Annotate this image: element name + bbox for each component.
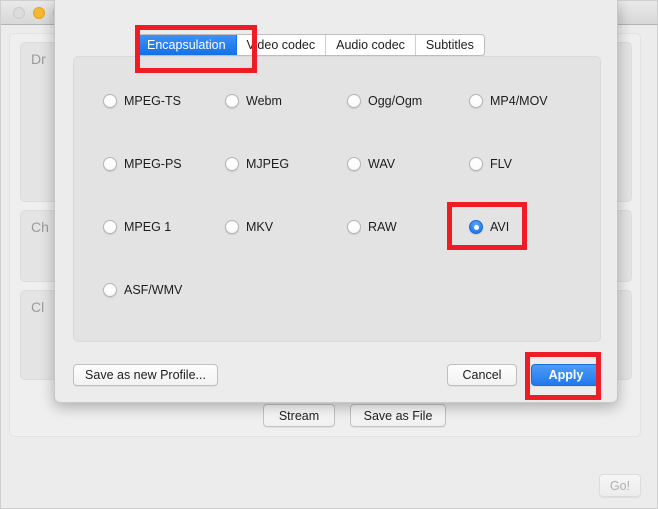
cancel-button[interactable]: Cancel — [447, 364, 517, 386]
settings-tabbar: Encapsulation Video codec Audio codec Su… — [136, 34, 485, 56]
stream-button[interactable]: Stream — [263, 404, 335, 427]
radio-label: MPEG-TS — [124, 94, 181, 108]
tab-video-codec[interactable]: Video codec — [236, 35, 327, 55]
radio-dot-icon — [469, 157, 483, 171]
radio-label: FLV — [490, 157, 512, 171]
radio-dot-icon — [469, 94, 483, 108]
radio-label: MPEG-PS — [124, 157, 182, 171]
encapsulation-radio-group: MPEG-TS Webm Ogg/Ogm MP4/MOV MPEG-PS MJP… — [74, 57, 600, 341]
tab-encapsulation[interactable]: Encapsulation — [137, 35, 237, 55]
tab-subtitles[interactable]: Subtitles — [415, 35, 484, 55]
radio-label: MJPEG — [246, 157, 290, 171]
radio-mjpeg[interactable]: MJPEG — [225, 155, 289, 173]
profile-box-label: Ch — [31, 219, 49, 235]
radio-wav[interactable]: WAV — [347, 155, 395, 173]
radio-dot-icon — [347, 94, 361, 108]
radio-avi[interactable]: AVI — [469, 218, 509, 236]
radio-label: WAV — [368, 157, 396, 171]
radio-dot-icon — [103, 157, 117, 171]
radio-mp4-mov[interactable]: MP4/MOV — [469, 92, 548, 110]
radio-label: Webm — [246, 94, 282, 108]
screen: Convert & Stream Dr Ch Cl Stream Save as — [0, 0, 658, 509]
radio-dot-icon — [225, 94, 239, 108]
radio-label: MKV — [246, 220, 274, 234]
radio-dot-icon — [347, 157, 361, 171]
radio-mkv[interactable]: MKV — [225, 218, 273, 236]
radio-dot-icon — [347, 220, 361, 234]
radio-mpeg-ps[interactable]: MPEG-PS — [103, 155, 182, 173]
radio-label: Ogg/Ogm — [368, 94, 423, 108]
radio-flv[interactable]: FLV — [469, 155, 512, 173]
radio-ogg-ogm[interactable]: Ogg/Ogm — [347, 92, 422, 110]
radio-label: MP4/MOV — [490, 94, 548, 108]
tab-audio-codec[interactable]: Audio codec — [326, 35, 416, 55]
radio-asf-wmv[interactable]: ASF/WMV — [103, 281, 182, 299]
radio-dot-icon — [103, 283, 117, 297]
source-box-label: Dr — [31, 51, 46, 67]
radio-mpeg-1[interactable]: MPEG 1 — [103, 218, 171, 236]
radio-dot-icon — [103, 94, 117, 108]
radio-dot-icon — [225, 220, 239, 234]
go-button[interactable]: Go! — [599, 474, 641, 497]
destination-box-label: Cl — [31, 299, 45, 315]
radio-label: AVI — [490, 220, 510, 234]
radio-label: RAW — [368, 220, 397, 234]
radio-mpeg-ts[interactable]: MPEG-TS — [103, 92, 181, 110]
radio-dot-icon — [469, 220, 483, 234]
radio-raw[interactable]: RAW — [347, 218, 397, 236]
radio-label: MPEG 1 — [124, 220, 172, 234]
encapsulation-settings-sheet: Encapsulation Video codec Audio codec Su… — [54, 0, 618, 403]
save-as-file-button[interactable]: Save as File — [350, 404, 446, 427]
radio-dot-icon — [225, 157, 239, 171]
encapsulation-options-well: MPEG-TS Webm Ogg/Ogm MP4/MOV MPEG-PS MJP… — [73, 56, 601, 342]
save-as-new-profile-button[interactable]: Save as new Profile... — [73, 364, 218, 386]
radio-dot-icon — [103, 220, 117, 234]
radio-webm[interactable]: Webm — [225, 92, 282, 110]
apply-button[interactable]: Apply — [531, 364, 601, 386]
radio-label: ASF/WMV — [124, 283, 183, 297]
